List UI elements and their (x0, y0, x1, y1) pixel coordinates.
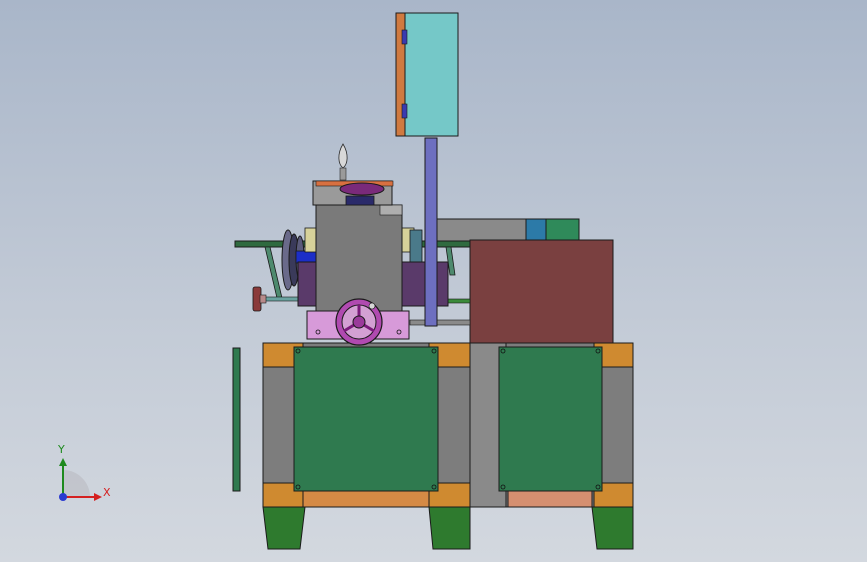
collection-tray[interactable] (469, 239, 614, 344)
spindle-head[interactable] (315, 204, 403, 314)
rear-housing[interactable] (429, 218, 531, 242)
machine-legs[interactable] (262, 506, 634, 550)
feed-knob[interactable] (252, 286, 267, 312)
right-access-panel[interactable] (498, 346, 603, 492)
top-knob-icon[interactable] (338, 143, 348, 181)
triad-y-label: Y (58, 443, 65, 456)
coordinate-triad-icon (59, 458, 102, 501)
handwheel-icon[interactable] (335, 298, 383, 346)
left-access-panel[interactable] (293, 346, 439, 492)
control-cabinet[interactable] (395, 12, 459, 137)
left-guide-plate[interactable] (232, 347, 241, 492)
support-column[interactable] (424, 137, 438, 327)
triad-x-label: X (103, 486, 111, 499)
cad-graphics-area[interactable] (0, 0, 867, 562)
rear-block-blue[interactable] (525, 218, 547, 242)
rear-block-green[interactable] (545, 218, 580, 242)
